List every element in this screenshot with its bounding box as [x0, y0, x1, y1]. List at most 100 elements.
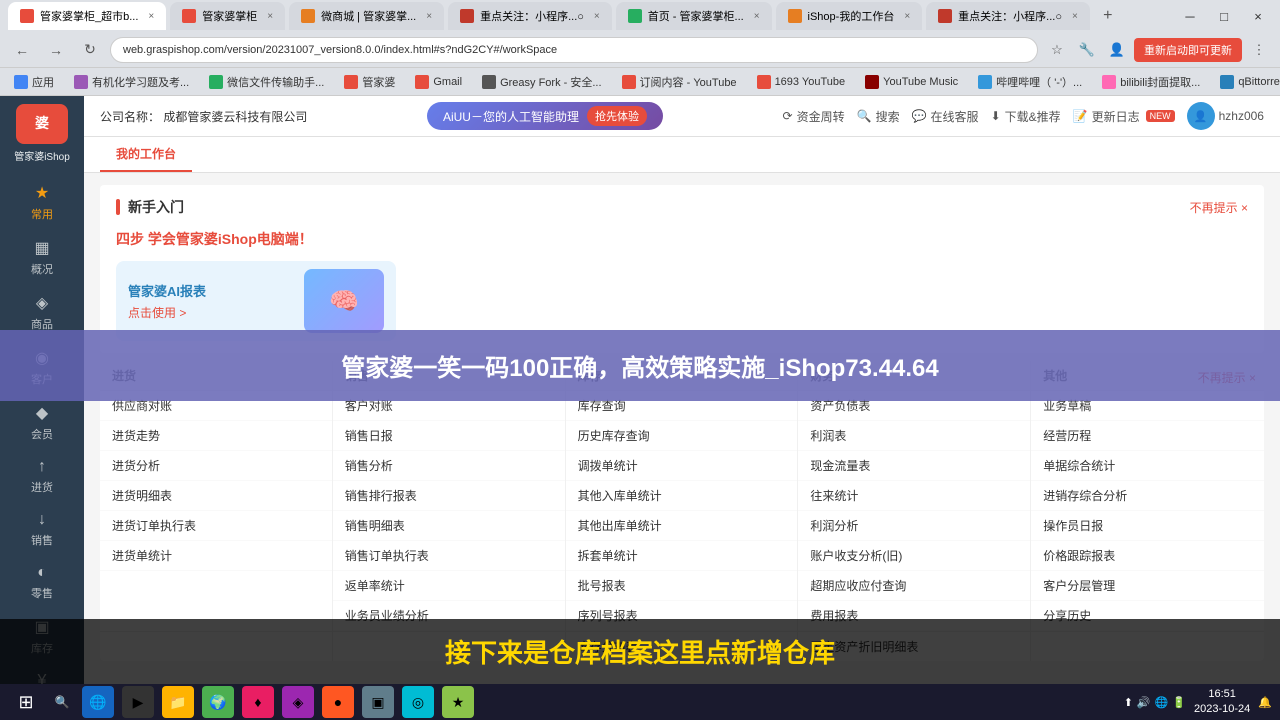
browser-tab-5[interactable]: 首页 - 管家婆掌柜... ×: [616, 2, 772, 30]
bookmark-youtube-sub[interactable]: 订阅内容 - YouTube: [616, 72, 743, 92]
bookmark-label-5: Gmail: [433, 76, 462, 88]
sidebar-item-overview[interactable]: ▦ 概况: [0, 230, 84, 285]
browser-tab-4[interactable]: 重点关注：小程序...○ ×: [448, 2, 612, 30]
menu-item-history-inventory[interactable]: 历史库存查询: [566, 421, 798, 451]
bookmark-greasy[interactable]: Greasy Fork - 安全...: [476, 72, 607, 92]
extension-icon[interactable]: 🔧: [1074, 37, 1100, 63]
back-button[interactable]: ←: [8, 36, 36, 64]
changelog-action[interactable]: 📝 更新日志 NEW: [1073, 108, 1175, 125]
bookmark-wechat[interactable]: 微信文件传输助手...: [203, 72, 330, 92]
bookmark-label-10: 哔哩哔哩（ '-'）...: [996, 74, 1082, 90]
user-info[interactable]: 👤 hzhz006: [1187, 102, 1264, 130]
tab-close-1[interactable]: ×: [148, 11, 154, 22]
browser-tab-3[interactable]: 微商城 | 管家婆掌... ×: [289, 2, 444, 30]
menu-item-purchase-order-exec[interactable]: 进货订单执行表: [100, 511, 332, 541]
bookmark-gmail[interactable]: Gmail: [409, 73, 468, 91]
sidebar-item-member[interactable]: ◆ 会员: [0, 395, 84, 450]
menu-item-price-tracking[interactable]: 价格跟踪报表: [1031, 541, 1264, 571]
sidebar-item-common[interactable]: ★ 常用: [0, 175, 84, 230]
tab-close-7[interactable]: ×: [1072, 11, 1078, 22]
browser-tab-7[interactable]: 重点关注：小程序...○ ×: [926, 2, 1090, 30]
taskbar-app6-icon[interactable]: ★: [442, 686, 474, 718]
menu-item-overdue-ar[interactable]: 超期应收应付查询: [798, 571, 1030, 601]
bookmark-guanjiapo[interactable]: 管家婆: [338, 72, 401, 92]
bookmark-youtube-music[interactable]: YouTube Music: [859, 73, 964, 91]
ai-report-card[interactable]: 管家婆AI报表 点击使用 > 🧠: [116, 261, 396, 341]
taskbar-app1-icon[interactable]: ♦: [242, 686, 274, 718]
browser-tab-2[interactable]: 管家婆掌柜 ×: [170, 2, 285, 30]
menu-item-sales-analysis[interactable]: 销售分析: [333, 451, 565, 481]
sidebar-item-purchase[interactable]: ↑ 进货: [0, 450, 84, 503]
bookmark-label-6: Greasy Fork - 安全...: [500, 74, 601, 90]
menu-item-sales-detail[interactable]: 销售明细表: [333, 511, 565, 541]
menu-item-income-stmt[interactable]: 利润表: [798, 421, 1030, 451]
ai-banner-button[interactable]: 抢先体验: [587, 106, 647, 126]
taskbar-app4-icon[interactable]: ▣: [362, 686, 394, 718]
taskbar-terminal-icon[interactable]: ▶: [122, 686, 154, 718]
search-action[interactable]: 🔍 搜索: [857, 108, 900, 125]
browser-tab-active[interactable]: 管家婆掌柜_超市b... ×: [8, 2, 166, 30]
address-input[interactable]: web.graspishop.com/version/20231007_vers…: [110, 37, 1038, 63]
menu-item-operator-daily[interactable]: 操作员日报: [1031, 511, 1264, 541]
bookmark-chemistry[interactable]: 有机化学习题及考...: [68, 72, 195, 92]
menu-item-purchase-detail[interactable]: 进货明细表: [100, 481, 332, 511]
menu-item-batch-report[interactable]: 批号报表: [566, 571, 798, 601]
start-button[interactable]: ⊞: [8, 688, 44, 716]
bookmark-bilibili-cover[interactable]: bilibili封面提取...: [1096, 72, 1206, 92]
bookmark-icon[interactable]: ☆: [1044, 37, 1070, 63]
bookmark-apps[interactable]: 应用: [8, 72, 60, 92]
tab-close-3[interactable]: ×: [426, 11, 432, 22]
minimize-button[interactable]: ─: [1176, 2, 1204, 30]
new-tab-button[interactable]: +: [1094, 2, 1122, 30]
menu-item-doc-combined[interactable]: 单据综合统计: [1031, 451, 1264, 481]
menu-item-biz-history[interactable]: 经营历程: [1031, 421, 1264, 451]
browser-tab-6[interactable]: iShop-我的工作台 ×: [776, 2, 923, 30]
menu-item-transactions[interactable]: 往来统计: [798, 481, 1030, 511]
maximize-button[interactable]: □: [1210, 2, 1238, 30]
bookmark-bilibili[interactable]: 哔哩哔哩（ '-'）...: [972, 72, 1088, 92]
bookmark-youtube-count[interactable]: 1693 YouTube: [751, 73, 852, 91]
close-button[interactable]: ×: [1244, 2, 1272, 30]
tab-close-5[interactable]: ×: [754, 11, 760, 22]
taskbar-search-button[interactable]: 🔍: [48, 688, 76, 716]
taskbar-folder-icon[interactable]: 📁: [162, 686, 194, 718]
dismiss-button[interactable]: 不再提示 ×: [1190, 199, 1248, 216]
profile-icon[interactable]: 👤: [1104, 37, 1130, 63]
menu-item-purchase-trend[interactable]: 进货走势: [100, 421, 332, 451]
menu-item-sales-order-exec[interactable]: 销售订单执行表: [333, 541, 565, 571]
taskbar-edge-icon[interactable]: 🌐: [82, 686, 114, 718]
sidebar-item-retail[interactable]: ◐ 零售: [0, 556, 84, 609]
menu-icon[interactable]: ⋮: [1246, 37, 1272, 63]
notification-icon[interactable]: 🔔: [1258, 696, 1272, 709]
menu-item-cashflow[interactable]: 现金流量表: [798, 451, 1030, 481]
taskbar-browser-icon[interactable]: 🌍: [202, 686, 234, 718]
sidebar-item-sales[interactable]: ↓ 销售: [0, 503, 84, 556]
menu-item-sales-daily[interactable]: 销售日报: [333, 421, 565, 451]
workspace-tab[interactable]: 我的工作台: [100, 137, 192, 172]
menu-item-transfer-stat[interactable]: 调拨单统计: [566, 451, 798, 481]
forward-button[interactable]: →: [42, 36, 70, 64]
menu-item-other-outbound[interactable]: 其他出库单统计: [566, 511, 798, 541]
taskbar-app5-icon[interactable]: ◎: [402, 686, 434, 718]
menu-item-inventory-analysis[interactable]: 进销存综合分析: [1031, 481, 1264, 511]
menu-item-acct-inout[interactable]: 账户收支分析(旧): [798, 541, 1030, 571]
menu-item-sales-rank[interactable]: 销售排行报表: [333, 481, 565, 511]
menu-item-customer-tier[interactable]: 客户分层管理: [1031, 571, 1264, 601]
update-button[interactable]: 重新启动即可更新: [1134, 38, 1242, 62]
bookmark-qbittorrent[interactable]: qBittorrent_Enhan...: [1214, 73, 1280, 91]
menu-item-return-rate[interactable]: 返单率统计: [333, 571, 565, 601]
support-action[interactable]: 💬 在线客服: [912, 108, 979, 125]
menu-item-purchase-analysis[interactable]: 进货分析: [100, 451, 332, 481]
capital-action[interactable]: ⟳ 资金周转: [783, 108, 845, 125]
menu-item-profit-analysis[interactable]: 利润分析: [798, 511, 1030, 541]
tab-close-6[interactable]: ×: [904, 11, 910, 22]
menu-item-purchase-stat[interactable]: 进货单统计: [100, 541, 332, 571]
reload-button[interactable]: ↻: [76, 36, 104, 64]
tab-close-2[interactable]: ×: [267, 11, 273, 22]
menu-item-other-inbound[interactable]: 其他入库单统计: [566, 481, 798, 511]
taskbar-app2-icon[interactable]: ◈: [282, 686, 314, 718]
tab-close-4[interactable]: ×: [594, 11, 600, 22]
taskbar-app3-icon[interactable]: ●: [322, 686, 354, 718]
download-action[interactable]: ⬇ 下载&推荐: [991, 108, 1061, 125]
menu-item-disassembly-stat[interactable]: 拆套单统计: [566, 541, 798, 571]
